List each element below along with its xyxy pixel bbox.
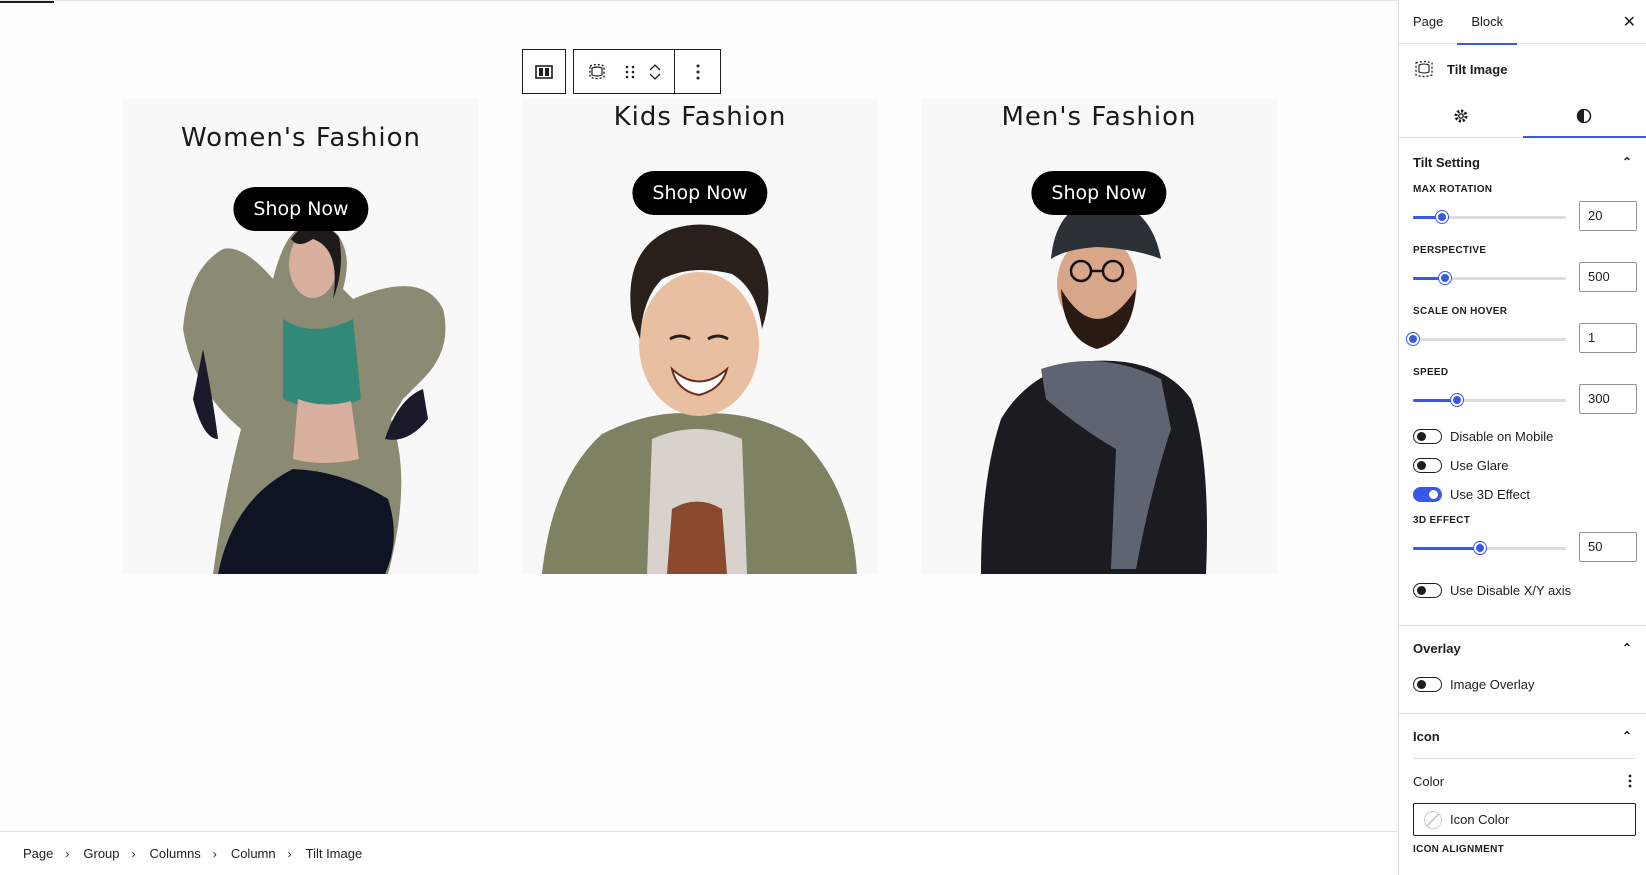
color-label: Color xyxy=(1413,773,1445,789)
overlay-header[interactable]: Overlay ⌃ xyxy=(1399,626,1646,670)
shop-now-button[interactable]: Shop Now xyxy=(632,171,768,215)
icon-alignment-label: ICON ALIGNMENT xyxy=(1413,844,1505,855)
speed-control: 300 xyxy=(1399,378,1646,422)
block-type-button[interactable] xyxy=(574,50,620,93)
drag-handle-icon xyxy=(625,65,635,78)
perspective-input[interactable]: 500 xyxy=(1579,262,1637,292)
slider-track xyxy=(1413,547,1481,550)
breadcrumb: Page › Group › Columns › Column › Tilt I… xyxy=(0,831,1398,875)
breadcrumb-column[interactable]: Column xyxy=(231,846,276,861)
toggle-label: Use 3D Effect xyxy=(1450,487,1530,502)
move-buttons xyxy=(640,50,670,93)
use-3d-toggle-row: Use 3D Effect xyxy=(1399,480,1646,509)
panel-title: Overlay xyxy=(1413,640,1461,656)
select-parent-button[interactable] xyxy=(523,50,565,93)
chevron-up-icon: ⌃ xyxy=(1621,641,1632,655)
contrast-icon xyxy=(1577,108,1592,123)
more-vertical-icon xyxy=(696,64,699,79)
scale-on-hover-label: SCALE ON HOVER xyxy=(1413,306,1508,317)
slider-thumb[interactable] xyxy=(1439,272,1452,284)
max-rotation-control: 20 xyxy=(1399,195,1646,239)
fashion-card-men[interactable]: Men's Fashion Shop Now xyxy=(921,99,1277,574)
close-icon[interactable]: ✕ xyxy=(1623,12,1636,32)
use-3d-toggle[interactable] xyxy=(1413,487,1442,502)
settings-sidebar: Page Block ✕ Tilt Image Tilt Setting ⌃ M… xyxy=(1398,0,1646,875)
disable-mobile-toggle-row: Disable on Mobile xyxy=(1399,422,1646,451)
block-name: Tilt Image xyxy=(1447,61,1508,77)
gear-icon xyxy=(1454,109,1468,122)
breadcrumb-page[interactable]: Page xyxy=(23,846,53,861)
move-up-icon[interactable] xyxy=(648,63,662,72)
speed-label: SPEED xyxy=(1413,367,1449,378)
color-swatch xyxy=(1424,810,1442,829)
disable-xy-toggle[interactable] xyxy=(1413,583,1442,598)
block-controls-group xyxy=(573,49,721,94)
3d-effect-label: 3D EFFECT xyxy=(1413,515,1471,526)
max-rotation-label: MAX ROTATION xyxy=(1413,184,1493,195)
chevron-right-icon: › xyxy=(65,846,70,861)
women-fashion-image xyxy=(123,99,479,574)
breadcrumb-columns[interactable]: Columns xyxy=(150,846,201,861)
scale-on-hover-control: 1 xyxy=(1399,317,1646,361)
options-button[interactable] xyxy=(675,50,720,93)
max-rotation-input[interactable]: 20 xyxy=(1579,201,1637,231)
drag-handle[interactable] xyxy=(620,50,640,93)
slider-thumb[interactable] xyxy=(1474,542,1487,554)
chevron-right-icon: › xyxy=(131,846,136,861)
breadcrumb-group[interactable]: Group xyxy=(83,846,119,861)
speed-input[interactable]: 300 xyxy=(1579,384,1637,414)
disable-xy-toggle-row: Use Disable X/Y axis xyxy=(1399,576,1646,605)
panel-title: Tilt Setting xyxy=(1413,154,1480,170)
tab-styles[interactable] xyxy=(1522,94,1646,138)
image-overlay-toggle[interactable] xyxy=(1413,677,1442,692)
inspector-tabs xyxy=(1399,94,1646,138)
block-toolbar xyxy=(522,49,721,94)
fashion-card-women[interactable]: Women's Fashion Shop Now xyxy=(123,99,479,574)
more-vertical-icon[interactable] xyxy=(1628,774,1632,788)
parent-selector-group xyxy=(522,49,566,94)
shop-now-button[interactable]: Shop Now xyxy=(233,187,369,231)
perspective-label: PERSPECTIVE xyxy=(1413,245,1487,256)
fashion-card-kids[interactable]: Kids Fashion Shop Now xyxy=(522,99,878,574)
tab-block[interactable]: Block xyxy=(1457,0,1517,45)
sidebar-tabs: Page Block ✕ xyxy=(1399,0,1646,45)
3d-effect-control: 50 xyxy=(1399,526,1646,570)
top-indicator xyxy=(0,1,54,3)
tab-page[interactable]: Page xyxy=(1399,0,1457,44)
editor-canvas: Women's Fashion Shop Now Kids Fashion Sh… xyxy=(0,0,1398,844)
icon-color-button[interactable]: Icon Color xyxy=(1413,803,1636,836)
icon-color-label: Icon Color xyxy=(1450,812,1510,827)
use-glare-toggle[interactable] xyxy=(1413,458,1442,473)
move-down-icon[interactable] xyxy=(648,72,662,81)
breadcrumb-tilt-image: Tilt Image xyxy=(305,846,363,861)
toggle-label: Image Overlay xyxy=(1450,677,1535,692)
toggle-label: Disable on Mobile xyxy=(1450,429,1554,444)
tilt-setting-header[interactable]: Tilt Setting ⌃ xyxy=(1399,140,1646,184)
icon-header[interactable]: Icon ⌃ xyxy=(1399,714,1646,758)
scale-on-hover-input[interactable]: 1 xyxy=(1579,323,1637,353)
perspective-control: 500 xyxy=(1399,256,1646,300)
block-card: Tilt Image xyxy=(1399,44,1646,94)
chevron-up-icon: ⌃ xyxy=(1621,155,1632,169)
shop-now-button[interactable]: Shop Now xyxy=(1031,171,1167,215)
disable-mobile-toggle[interactable] xyxy=(1413,429,1442,444)
chevron-right-icon: › xyxy=(212,846,217,861)
tilt-image-icon xyxy=(589,63,605,79)
use-glare-toggle-row: Use Glare xyxy=(1399,451,1646,480)
3d-effect-input[interactable]: 50 xyxy=(1579,532,1637,562)
slider-thumb[interactable] xyxy=(1451,394,1464,406)
tilt-image-icon xyxy=(1415,60,1433,78)
columns-icon xyxy=(535,64,553,79)
toggle-label: Use Glare xyxy=(1450,458,1509,473)
slider-thumb[interactable] xyxy=(1436,211,1449,223)
slider-thumb[interactable] xyxy=(1407,333,1419,345)
slider-rail xyxy=(1413,338,1566,341)
panel-title: Icon xyxy=(1413,728,1440,744)
chevron-right-icon: › xyxy=(287,846,292,861)
toggle-label: Use Disable X/Y axis xyxy=(1450,583,1572,598)
chevron-up-icon: ⌃ xyxy=(1621,729,1632,743)
tab-settings[interactable] xyxy=(1399,94,1523,137)
color-row: Color xyxy=(1399,759,1646,803)
image-overlay-toggle-row: Image Overlay xyxy=(1399,670,1646,699)
